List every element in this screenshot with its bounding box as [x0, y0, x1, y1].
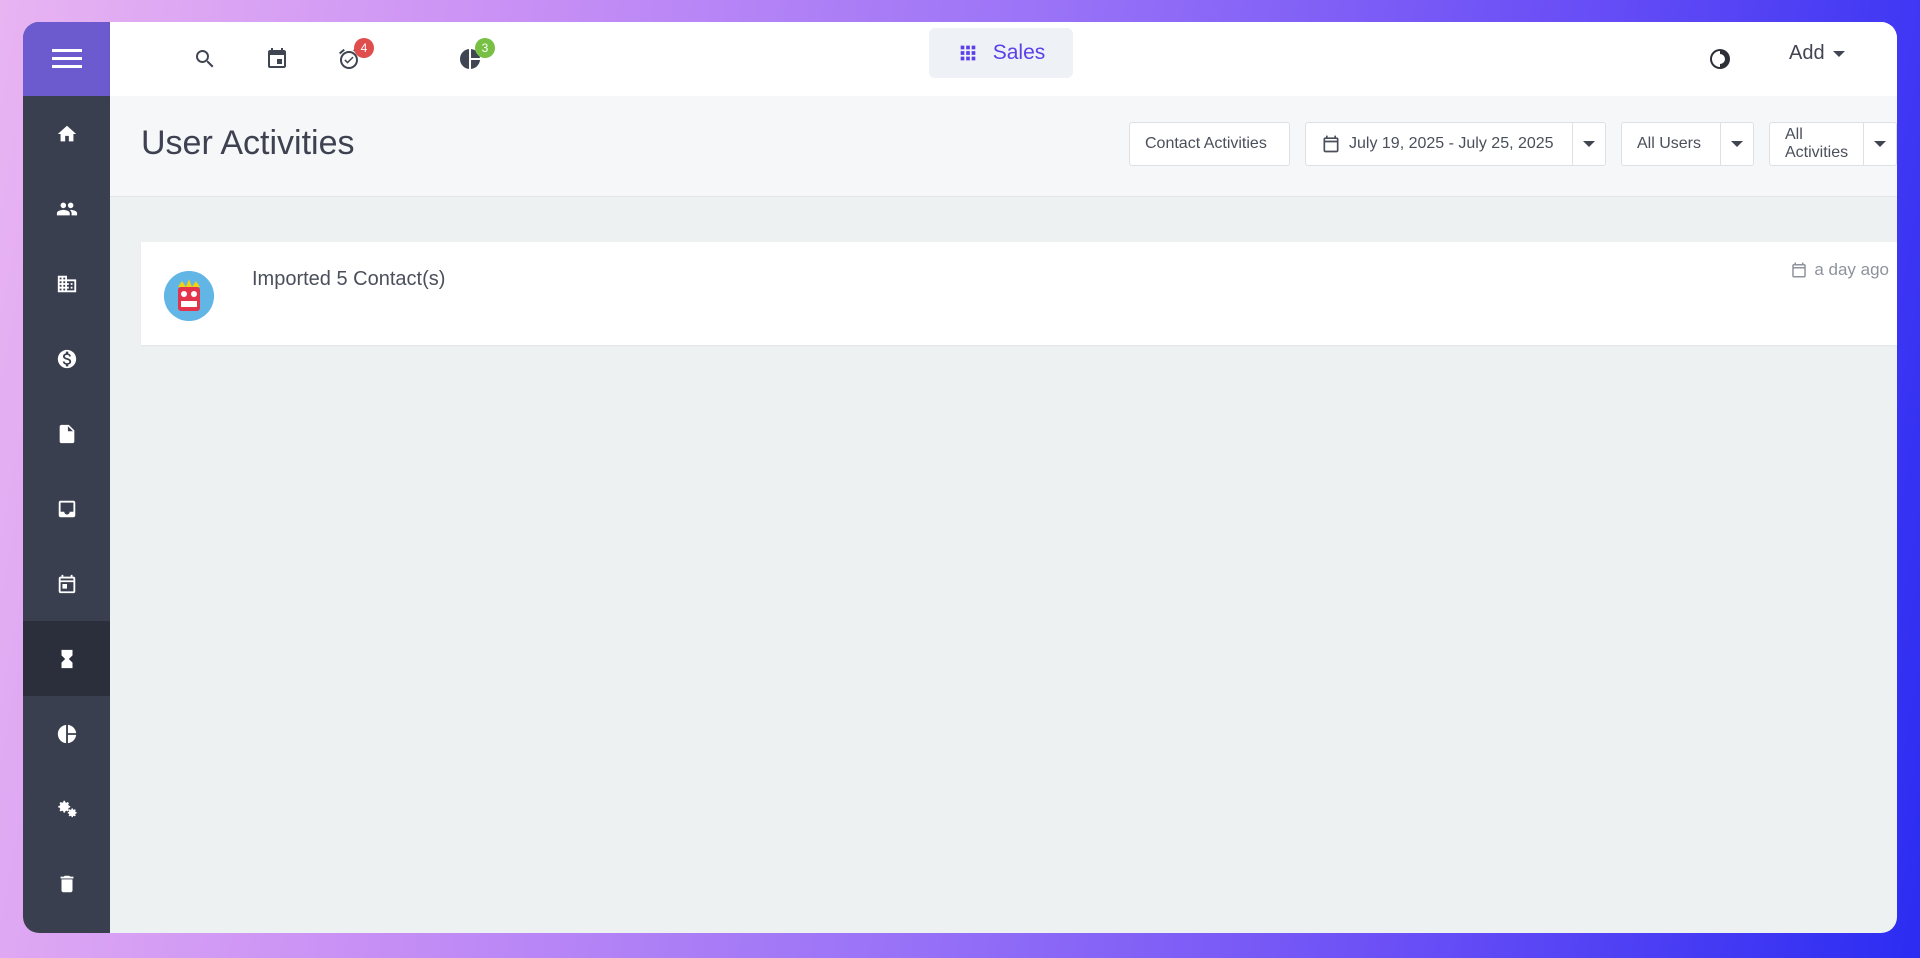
- gears-icon: [57, 800, 77, 817]
- sidebar-item-deals[interactable]: [23, 321, 110, 396]
- users-filter-label: All Users: [1637, 135, 1702, 152]
- app-window: 4 3 Sales Add User Activities Contact Ac…: [23, 22, 1897, 933]
- sidebar-item-settings[interactable]: [23, 771, 110, 846]
- date-range-label: July 19, 2025 - July 25, 2025: [1349, 135, 1554, 152]
- calendar-icon: [1323, 135, 1339, 153]
- theme-toggle-button[interactable]: [1705, 44, 1735, 74]
- calendar-button[interactable]: [262, 44, 292, 74]
- people-icon: [56, 202, 77, 215]
- app-switcher-label: Sales: [992, 41, 1046, 64]
- sidebar-item-documents[interactable]: [23, 396, 110, 471]
- activity-text: Imported 5 Contact(s): [252, 268, 446, 290]
- page-title: User Activities: [141, 124, 355, 162]
- menu-toggle-button[interactable]: [23, 22, 110, 96]
- activities-filter-label: All Activities: [1785, 126, 1849, 161]
- page-header: User Activities Contact Activities July …: [110, 96, 1897, 197]
- calendar-icon: [1792, 262, 1807, 278]
- contact-activities-button[interactable]: Contact Activities: [1129, 122, 1290, 166]
- activities-filter[interactable]: All Activities: [1769, 122, 1897, 166]
- date-range-picker[interactable]: July 19, 2025 - July 25, 2025: [1305, 122, 1606, 166]
- sidebar-item-contacts[interactable]: [23, 171, 110, 246]
- sidebar-item-calendar[interactable]: [23, 546, 110, 621]
- reports-badge: 3: [475, 38, 495, 58]
- building-icon: [57, 275, 76, 292]
- trash-icon: [60, 875, 73, 892]
- add-menu-button[interactable]: Add: [1789, 42, 1845, 65]
- chevron-down-icon: [1832, 50, 1845, 57]
- sidebar: [23, 22, 110, 933]
- app-switcher-button[interactable]: Sales: [929, 28, 1073, 78]
- users-filter-dropdown[interactable]: [1720, 123, 1753, 165]
- contrast-icon: [1710, 49, 1730, 69]
- calendar-event-icon: [268, 48, 286, 68]
- dollar-icon: [57, 349, 76, 368]
- users-filter[interactable]: All Users: [1621, 122, 1754, 166]
- activity-item: Imported 5 Contact(s) a day ago: [141, 242, 1897, 345]
- inbox-icon: [58, 500, 75, 517]
- reminders-badge: 4: [354, 38, 374, 58]
- sidebar-item-companies[interactable]: [23, 246, 110, 321]
- robot-avatar-icon: [164, 271, 214, 321]
- add-label: Add: [1789, 42, 1825, 64]
- sidebar-item-activities[interactable]: [23, 621, 110, 696]
- search-button[interactable]: [190, 44, 220, 74]
- sidebar-item-inbox[interactable]: [23, 471, 110, 546]
- contact-activities-label: Contact Activities: [1145, 135, 1267, 152]
- activity-timestamp: a day ago: [1790, 260, 1889, 280]
- reports-button[interactable]: 3: [455, 38, 495, 74]
- home-icon: [57, 125, 76, 141]
- activity-avatar: [164, 271, 214, 321]
- sidebar-item-reports[interactable]: [23, 696, 110, 771]
- chevron-down-icon: [1731, 141, 1743, 147]
- top-bar: 4 3 Sales Add: [110, 22, 1897, 96]
- document-icon: [59, 424, 74, 443]
- pie-chart-icon: [57, 724, 76, 743]
- hourglass-icon: [61, 649, 72, 668]
- chevron-down-icon: [1874, 141, 1887, 147]
- date-range-dropdown[interactable]: [1572, 123, 1605, 165]
- activities-filter-dropdown[interactable]: [1863, 123, 1896, 165]
- search-icon: [196, 50, 214, 68]
- chevron-down-icon: [1583, 141, 1595, 147]
- grid-icon: [960, 45, 976, 61]
- sidebar-item-trash[interactable]: [23, 846, 110, 921]
- sidebar-item-home[interactable]: [23, 96, 110, 171]
- calendar-icon: [58, 574, 75, 593]
- activity-time-label: a day ago: [1814, 260, 1889, 279]
- hamburger-icon: [51, 49, 82, 68]
- reminders-button[interactable]: 4: [334, 38, 374, 74]
